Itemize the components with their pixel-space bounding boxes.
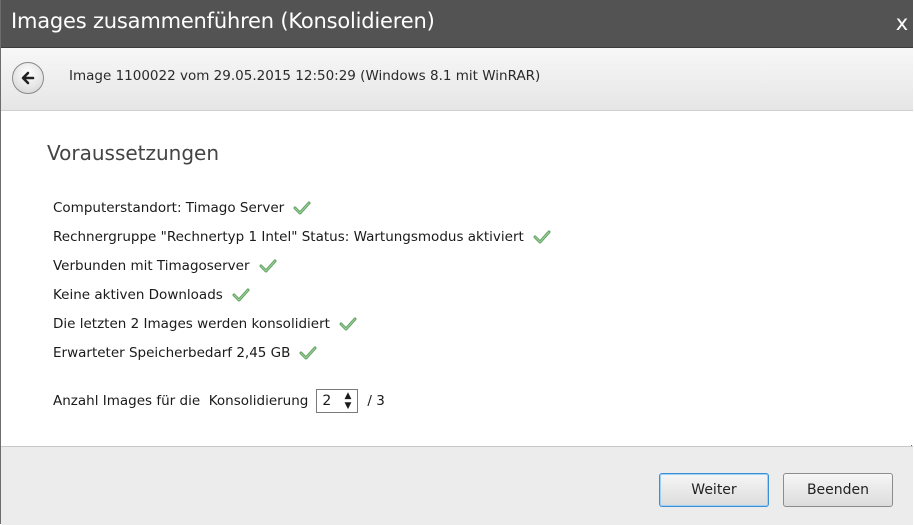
requirement-text: Verbunden mit Timagoserver <box>53 257 250 274</box>
checkmark-icon <box>299 345 317 361</box>
title-bar: Images zusammenführen (Konsolidieren) x <box>1 0 913 48</box>
requirement-item: Erwarteter Speicherbedarf 2,45 GB <box>53 338 551 367</box>
window-title: Images zusammenführen (Konsolidieren) <box>11 9 435 33</box>
image-count-label: Anzahl Images für die Konsolidierung <box>53 393 309 409</box>
image-count-row: Anzahl Images für die Konsolidierung 2 ▲… <box>53 388 385 414</box>
requirement-text: Erwarteter Speicherbedarf 2,45 GB <box>53 344 291 361</box>
requirement-item: Computerstandort: Timago Server <box>53 193 551 222</box>
next-button[interactable]: Weiter <box>659 473 769 507</box>
back-arrow-icon <box>21 71 35 85</box>
requirement-item: Verbunden mit Timagoserver <box>53 251 551 280</box>
decrement-arrow-icon[interactable]: ▼ <box>344 401 351 411</box>
image-count-value[interactable]: 2 <box>322 393 331 409</box>
increment-arrow-icon[interactable]: ▲ <box>344 391 351 401</box>
requirement-text: Rechnergruppe "Rechnertyp 1 Intel" Statu… <box>53 228 524 245</box>
navigation-bar: Image 1100022 vom 29.05.2015 12:50:29 (W… <box>1 48 913 111</box>
image-info-text: Image 1100022 vom 29.05.2015 12:50:29 (W… <box>69 68 541 84</box>
dialog-window: Images zusammenführen (Konsolidieren) x … <box>0 0 913 525</box>
requirement-item: Rechnergruppe "Rechnertyp 1 Intel" Statu… <box>53 222 551 251</box>
requirement-text: Keine aktiven Downloads <box>53 286 223 303</box>
checkmark-icon <box>259 258 277 274</box>
image-count-total: / 3 <box>367 393 385 409</box>
checkmark-icon <box>293 200 311 216</box>
checkmark-icon <box>533 229 551 245</box>
quit-button[interactable]: Beenden <box>783 473 893 507</box>
checkmark-icon <box>339 316 357 332</box>
main-content: Voraussetzungen Computerstandort: Timago… <box>1 111 913 445</box>
close-button[interactable]: x <box>891 9 913 37</box>
button-bar: Weiter Beenden <box>1 446 913 525</box>
requirement-item: Keine aktiven Downloads <box>53 280 551 309</box>
requirements-list: Computerstandort: Timago Server Rechnerg… <box>53 193 551 367</box>
requirement-text: Computerstandort: Timago Server <box>53 199 285 216</box>
requirement-text: Die letzten 2 Images werden konsolidiert <box>53 315 330 332</box>
requirement-item: Die letzten 2 Images werden konsolidiert <box>53 309 551 338</box>
section-title: Voraussetzungen <box>47 141 220 165</box>
checkmark-icon <box>232 287 250 303</box>
back-button[interactable] <box>12 62 44 94</box>
image-count-stepper[interactable]: 2 ▲ ▼ <box>316 389 359 413</box>
